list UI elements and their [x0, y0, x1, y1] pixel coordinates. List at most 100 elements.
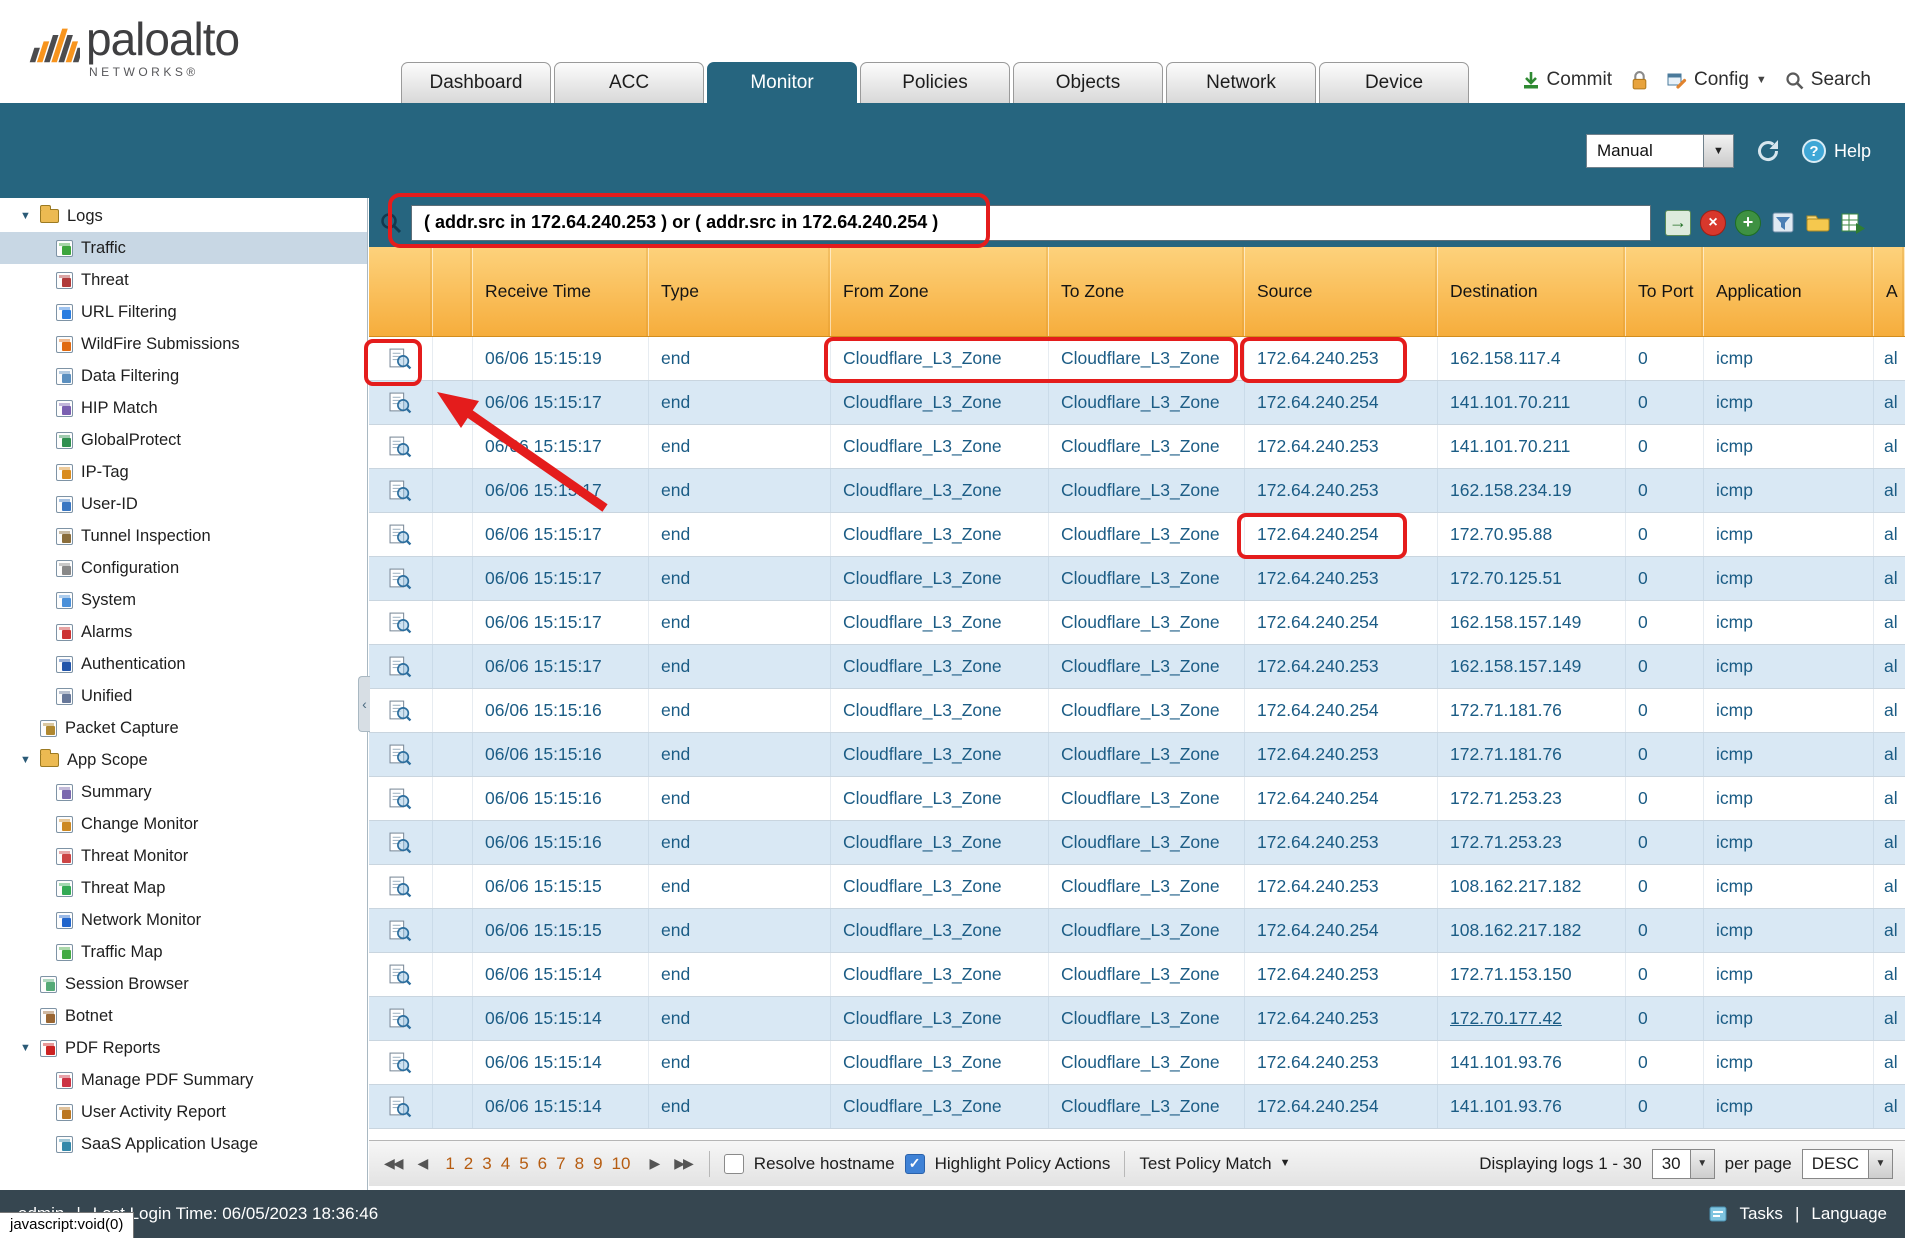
- destination-value[interactable]: 162.158.157.149: [1450, 656, 1581, 677]
- log-detail-icon[interactable]: [389, 479, 412, 502]
- sort-order-select[interactable]: DESC ▼: [1802, 1149, 1893, 1179]
- col-application[interactable]: Application: [1704, 247, 1874, 336]
- page-link[interactable]: 6: [538, 1154, 547, 1174]
- per-page-select[interactable]: 30 ▼: [1652, 1149, 1715, 1179]
- log-detail-icon[interactable]: [389, 919, 412, 942]
- page-link[interactable]: 10: [612, 1154, 631, 1174]
- destination-value[interactable]: 141.101.70.211: [1450, 436, 1570, 457]
- log-detail-icon[interactable]: [389, 963, 412, 986]
- nav-tab[interactable]: Dashboard: [401, 62, 551, 103]
- first-page-button[interactable]: ◀◀: [381, 1155, 405, 1172]
- table-row[interactable]: 06/06 15:15:19 end Cloudflare_L3_Zone Cl…: [369, 337, 1905, 381]
- page-link[interactable]: 4: [501, 1154, 510, 1174]
- expander-icon[interactable]: ▼: [20, 754, 40, 766]
- sidebar-collapse-handle[interactable]: ‹: [358, 676, 370, 732]
- sidebar-item[interactable]: ▼ Packet Capture: [0, 712, 367, 744]
- highlight-policy-actions-checkbox[interactable]: ✓: [905, 1154, 925, 1174]
- lock-icon[interactable]: [1630, 70, 1649, 91]
- table-row[interactable]: 06/06 15:15:15 end Cloudflare_L3_Zone Cl…: [369, 865, 1905, 909]
- nav-tab[interactable]: Policies: [860, 62, 1010, 103]
- col-type[interactable]: Type: [649, 247, 831, 336]
- page-link[interactable]: 8: [575, 1154, 584, 1174]
- log-detail-icon[interactable]: [389, 875, 412, 898]
- sidebar-item[interactable]: ▼ Logs: [0, 200, 367, 232]
- sidebar-item[interactable]: ▼ Data Filtering: [0, 360, 367, 392]
- clear-filter-button[interactable]: ×: [1700, 210, 1726, 236]
- sidebar-item[interactable]: ▼ Tunnel Inspection: [0, 520, 367, 552]
- sidebar-item[interactable]: ▼ URL Filtering: [0, 296, 367, 328]
- sidebar-item[interactable]: ▼ Change Monitor: [0, 808, 367, 840]
- sidebar-item[interactable]: ▼ Summary: [0, 776, 367, 808]
- col-detail[interactable]: [369, 247, 433, 336]
- page-link[interactable]: 3: [482, 1154, 491, 1174]
- table-row[interactable]: 06/06 15:15:17 end Cloudflare_L3_Zone Cl…: [369, 381, 1905, 425]
- page-link[interactable]: 2: [464, 1154, 473, 1174]
- destination-value[interactable]: 162.158.117.4: [1450, 348, 1561, 369]
- sidebar-item[interactable]: ▼ Traffic: [0, 232, 367, 264]
- destination-value[interactable]: 141.101.93.76: [1450, 1052, 1562, 1073]
- commit-button[interactable]: Commit: [1522, 69, 1612, 91]
- col-source[interactable]: Source: [1245, 247, 1438, 336]
- next-page-button[interactable]: ▶: [646, 1155, 661, 1172]
- table-row[interactable]: 06/06 15:15:17 end Cloudflare_L3_Zone Cl…: [369, 601, 1905, 645]
- log-detail-icon[interactable]: [389, 567, 412, 590]
- expander-icon[interactable]: ▼: [20, 210, 40, 222]
- search-button[interactable]: Search: [1785, 69, 1871, 91]
- table-row[interactable]: 06/06 15:15:16 end Cloudflare_L3_Zone Cl…: [369, 689, 1905, 733]
- nav-tab[interactable]: Network: [1166, 62, 1316, 103]
- sidebar-item[interactable]: ▼ User-ID: [0, 488, 367, 520]
- sidebar-item[interactable]: ▼ Threat Map: [0, 872, 367, 904]
- sidebar-item[interactable]: ▼ Alarms: [0, 616, 367, 648]
- sidebar-item[interactable]: ▼ System: [0, 584, 367, 616]
- sidebar-item[interactable]: ▼ SaaS Application Usage: [0, 1128, 367, 1160]
- sidebar-item[interactable]: ▼ WildFire Submissions: [0, 328, 367, 360]
- page-link[interactable]: 7: [556, 1154, 565, 1174]
- page-link[interactable]: 5: [519, 1154, 528, 1174]
- sidebar-item[interactable]: ▼ GlobalProtect: [0, 424, 367, 456]
- sidebar-item[interactable]: ▼ App Scope: [0, 744, 367, 776]
- sidebar-item[interactable]: ▼ HIP Match: [0, 392, 367, 424]
- col-from-zone[interactable]: From Zone: [831, 247, 1049, 336]
- sidebar-item[interactable]: ▼ Threat Monitor: [0, 840, 367, 872]
- resolve-hostname-checkbox[interactable]: [724, 1154, 744, 1174]
- expander-icon[interactable]: ▼: [20, 1042, 40, 1054]
- table-row[interactable]: 06/06 15:15:17 end Cloudflare_L3_Zone Cl…: [369, 469, 1905, 513]
- log-detail-icon[interactable]: [389, 435, 412, 458]
- page-link[interactable]: 1: [445, 1154, 454, 1174]
- log-detail-icon[interactable]: [389, 523, 412, 546]
- destination-value[interactable]: 172.71.153.150: [1450, 964, 1572, 985]
- destination-value[interactable]: 108.162.217.182: [1450, 920, 1581, 941]
- table-row[interactable]: 06/06 15:15:17 end Cloudflare_L3_Zone Cl…: [369, 513, 1905, 557]
- log-detail-icon[interactable]: [389, 391, 412, 414]
- destination-value[interactable]: 162.158.234.19: [1450, 480, 1572, 501]
- sidebar-item[interactable]: ▼ IP-Tag: [0, 456, 367, 488]
- help-button[interactable]: ? Help: [1802, 139, 1871, 163]
- table-row[interactable]: 06/06 15:15:14 end Cloudflare_L3_Zone Cl…: [369, 953, 1905, 997]
- log-detail-icon[interactable]: [389, 1007, 412, 1030]
- sidebar-item[interactable]: ▼ PDF Reports: [0, 1032, 367, 1064]
- log-detail-icon[interactable]: [389, 1051, 412, 1074]
- nav-tab[interactable]: ACC: [554, 62, 704, 103]
- destination-value[interactable]: 141.101.93.76: [1450, 1096, 1562, 1117]
- sidebar-item[interactable]: ▼ Authentication: [0, 648, 367, 680]
- refresh-mode-caret-button[interactable]: ▼: [1704, 134, 1734, 168]
- table-row[interactable]: 06/06 15:15:17 end Cloudflare_L3_Zone Cl…: [369, 425, 1905, 469]
- destination-value[interactable]: 141.101.70.211: [1450, 392, 1570, 413]
- log-detail-icon[interactable]: [389, 611, 412, 634]
- table-row[interactable]: 06/06 15:15:14 end Cloudflare_L3_Zone Cl…: [369, 1085, 1905, 1129]
- col-destination[interactable]: Destination: [1438, 247, 1626, 336]
- log-detail-icon[interactable]: [389, 1095, 412, 1118]
- log-detail-icon[interactable]: [389, 655, 412, 678]
- apply-filter-button[interactable]: →: [1665, 210, 1691, 236]
- col-receive-time[interactable]: Receive Time: [473, 247, 649, 336]
- table-row[interactable]: 06/06 15:15:17 end Cloudflare_L3_Zone Cl…: [369, 557, 1905, 601]
- language-button[interactable]: Language: [1811, 1204, 1887, 1224]
- destination-value[interactable]: 172.70.177.42: [1450, 1008, 1562, 1029]
- sidebar-item[interactable]: ▼ Traffic Map: [0, 936, 367, 968]
- log-detail-icon[interactable]: [389, 831, 412, 854]
- nav-tab[interactable]: Device: [1319, 62, 1469, 103]
- sidebar-item[interactable]: ▼ Unified: [0, 680, 367, 712]
- log-detail-icon[interactable]: [389, 699, 412, 722]
- prev-page-button[interactable]: ◀: [415, 1155, 430, 1172]
- test-policy-match-button[interactable]: Test Policy Match ▼: [1139, 1154, 1290, 1174]
